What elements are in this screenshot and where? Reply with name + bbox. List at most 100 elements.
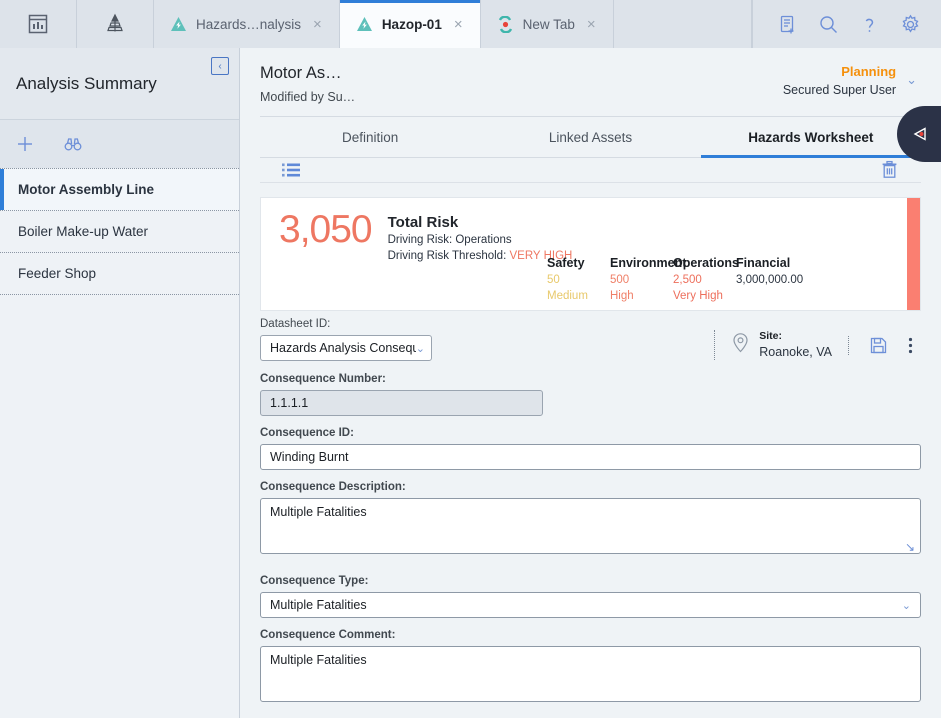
field-consequence-id: Consequence ID: xyxy=(260,427,921,470)
risk-category-operations: Operations 2,500 Very High xyxy=(673,254,739,304)
list-view-icon[interactable] xyxy=(282,162,300,178)
page-header-left: Motor As… Modified by Su… xyxy=(260,64,355,104)
sidebar-item-label: Boiler Make-up Water xyxy=(18,224,149,239)
consequence-type-value: Multiple Fatalities xyxy=(270,598,367,612)
field-consequence-comment: Consequence Comment: Multiple Fatalities xyxy=(260,629,921,707)
datasheet-action-buttons xyxy=(848,335,921,355)
tab-definition[interactable]: Definition xyxy=(260,117,480,157)
category-level: High xyxy=(610,290,634,303)
search-icon[interactable] xyxy=(818,14,839,35)
risk-category-financial: Financial 3,000,000.00 xyxy=(736,254,834,304)
page-status-block: Planning Secured Super User ⌄ xyxy=(783,64,917,97)
help-icon[interactable] xyxy=(859,14,880,35)
sidebar: Analysis Summary ‹ Motor Assembly Line B… xyxy=(0,48,240,718)
sidebar-header: Analysis Summary ‹ xyxy=(0,48,239,120)
tab-hazards-analysis[interactable]: Hazards…nalysis × xyxy=(154,0,340,48)
tab-hazop-01[interactable]: Hazop-01 × xyxy=(339,0,481,48)
hazard-analysis-icon xyxy=(170,16,187,33)
add-icon[interactable] xyxy=(14,133,36,155)
category-value: 3,000,000.00 xyxy=(736,274,804,287)
driving-risk-line: Driving Risk: Operations xyxy=(388,232,573,249)
new-document-icon[interactable] xyxy=(777,14,798,35)
category-header: Safety xyxy=(547,256,585,270)
app-body: Analysis Summary ‹ Motor Assembly Line B… xyxy=(0,48,941,718)
total-risk-label: Total Risk xyxy=(387,214,459,231)
field-label: Consequence ID: xyxy=(260,427,354,439)
risk-summary-section: 3,050 Total Risk Driving Risk: Operation… xyxy=(260,197,921,311)
sidebar-item-boiler-make-up-water[interactable]: Boiler Make-up Water xyxy=(0,211,239,253)
site-label: Site: xyxy=(759,330,783,343)
category-value: 500 xyxy=(610,274,630,287)
tab-hazards-worksheet[interactable]: Hazards Worksheet xyxy=(700,117,922,158)
sidebar-item-label: Motor Assembly Line xyxy=(18,182,155,197)
binoculars-icon[interactable] xyxy=(62,133,84,155)
datasheet-id-value: Hazards Analysis Consequenc xyxy=(270,341,416,355)
consequence-form: Consequence Number: Consequence ID: Cons… xyxy=(260,373,921,718)
status-badge: Planning xyxy=(841,64,897,79)
risk-category-environment: Environment 500 High xyxy=(610,254,687,304)
datasheet-id-select[interactable]: Hazards Analysis Consequenc ⌄ xyxy=(260,335,432,361)
sidebar-collapse-icon[interactable]: ‹ xyxy=(211,57,229,75)
hazard-analysis-icon xyxy=(356,16,373,33)
site-value: Roanoke, VA xyxy=(759,344,832,359)
top-bar-actions xyxy=(752,0,941,48)
risk-category-table: Safety 50 Medium Environment 500 High Op… xyxy=(547,254,834,304)
tab-label: Hazards…nalysis xyxy=(196,16,302,32)
hierarchy-icon[interactable] xyxy=(77,0,154,48)
consequence-type-select[interactable]: Multiple Fatalities ⌄ xyxy=(260,592,921,618)
current-user-label: Secured Super User xyxy=(782,83,897,97)
dashboard-icon[interactable] xyxy=(0,0,77,48)
field-consequence-description: Consequence Description: Multiple Fatali… xyxy=(260,481,921,559)
sidebar-title: Analysis Summary xyxy=(16,73,157,93)
tab-close-icon[interactable]: × xyxy=(310,15,325,34)
field-consequence-type: Consequence Type: Multiple Fatalities ⌄ xyxy=(260,575,921,618)
datasheet-select-group: Datasheet ID: Hazards Analysis Consequen… xyxy=(260,318,432,361)
sidebar-toolbar xyxy=(0,120,239,168)
tab-new-tab[interactable]: New Tab × xyxy=(481,0,614,48)
site-info: Site: Roanoke, VA xyxy=(714,330,848,360)
location-pin-icon xyxy=(731,332,750,358)
field-label: Consequence Comment: xyxy=(260,629,396,641)
field-label: Consequence Description: xyxy=(260,481,406,493)
tab-label: Hazop-01 xyxy=(381,16,442,32)
page-title: Motor As… xyxy=(260,64,342,82)
consequence-id-input[interactable] xyxy=(260,444,921,470)
driving-risk-threshold-line: Driving Risk Threshold: VERY HIGH xyxy=(388,248,573,265)
driving-risk-value: Operations xyxy=(455,233,512,246)
field-label: Consequence Number: xyxy=(260,373,386,385)
field-label: Consequence Type: xyxy=(260,575,369,587)
sidebar-item-label: Feeder Shop xyxy=(18,266,97,281)
chevron-down-icon[interactable]: ⌄ xyxy=(906,72,917,88)
risk-summary-card: 3,050 Total Risk Driving Risk: Operation… xyxy=(260,197,921,311)
status-text-block: Planning Secured Super User xyxy=(783,64,896,97)
category-level: Very High xyxy=(673,290,723,303)
consequence-number-input[interactable] xyxy=(260,390,543,416)
tabs-filler xyxy=(614,0,752,48)
site-text-block: Site: Roanoke, VA xyxy=(759,330,832,360)
tab-linked-assets[interactable]: Linked Assets xyxy=(480,117,700,157)
description-textarea-wrapper: Multiple Fatalities ↘ xyxy=(260,498,921,559)
page-subtitle: Modified by Su… xyxy=(260,90,356,104)
page-tabs: Definition Linked Assets Hazards Workshe… xyxy=(260,117,922,158)
category-value: 50 xyxy=(547,274,560,287)
category-level: Medium xyxy=(547,290,588,303)
total-risk-value: 3,050 xyxy=(279,208,373,251)
tab-close-icon[interactable]: × xyxy=(584,15,599,34)
settings-icon[interactable] xyxy=(900,14,921,35)
sidebar-item-motor-assembly-line[interactable]: Motor Assembly Line xyxy=(0,169,239,211)
delete-icon[interactable] xyxy=(880,160,899,180)
save-icon[interactable] xyxy=(869,336,888,355)
datasheet-bar: Datasheet ID: Hazards Analysis Consequen… xyxy=(260,318,921,361)
sidebar-item-feeder-shop[interactable]: Feeder Shop xyxy=(0,253,239,295)
risk-category-safety: Safety 50 Medium xyxy=(547,254,610,304)
datasheet-label: Datasheet ID: xyxy=(260,318,331,330)
tab-close-icon[interactable]: × xyxy=(451,15,466,34)
category-header: Environment xyxy=(610,256,687,270)
more-vertical-icon[interactable] xyxy=(908,336,913,355)
chevron-down-icon: ⌄ xyxy=(901,599,911,612)
consequence-description-textarea[interactable]: Multiple Fatalities xyxy=(260,498,921,554)
worksheet-toolbar xyxy=(260,158,921,183)
main-content: Motor As… Modified by Su… Planning Secur… xyxy=(240,48,941,718)
consequence-comment-textarea[interactable]: Multiple Fatalities xyxy=(260,646,921,702)
threshold-label: Driving Risk Threshold: xyxy=(387,250,507,263)
